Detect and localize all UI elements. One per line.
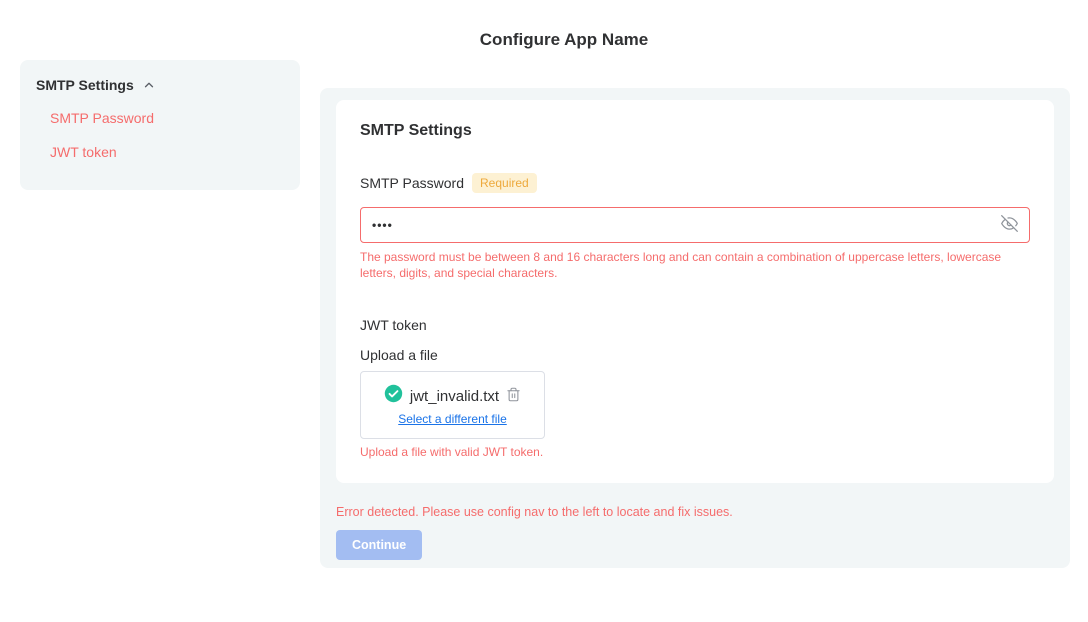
sidebar-item-smtp-password[interactable]: SMTP Password: [36, 109, 284, 127]
delete-file-button[interactable]: [506, 386, 521, 406]
select-different-file-link[interactable]: Select a different file: [398, 412, 507, 426]
upload-a-file-label: Upload a file: [360, 347, 1030, 363]
eye-off-icon: [1001, 215, 1018, 235]
uploaded-file-name: jwt_invalid.txt: [410, 388, 499, 405]
jwt-token-label: JWT token: [360, 317, 1030, 333]
check-circle-icon: [384, 384, 403, 408]
smtp-password-label: SMTP Password: [360, 175, 464, 191]
sidebar-section-label: SMTP Settings: [36, 77, 134, 93]
password-validation-message: The password must be between 8 and 16 ch…: [360, 249, 1020, 281]
jwt-validation-message: Upload a file with valid JWT token.: [360, 445, 1030, 459]
file-upload-box: jwt_invalid.txt Select a different file: [360, 371, 545, 439]
required-badge: Required: [472, 173, 537, 193]
smtp-password-field-wrap: [360, 207, 1030, 243]
smtp-settings-card: SMTP Settings SMTP Password Required The…: [336, 100, 1054, 483]
trash-icon: [506, 386, 521, 406]
toggle-password-visibility-button[interactable]: [1001, 215, 1018, 235]
chevron-up-icon: [142, 78, 156, 92]
continue-button[interactable]: Continue: [336, 530, 422, 560]
smtp-password-input[interactable]: [360, 207, 1030, 243]
form-error-banner: Error detected. Please use config nav to…: [336, 505, 1054, 519]
config-nav-sidebar: SMTP Settings SMTP Password JWT token: [20, 60, 300, 190]
sidebar-section-smtp-settings[interactable]: SMTP Settings: [36, 77, 284, 93]
sidebar-item-jwt-token[interactable]: JWT token: [36, 143, 284, 161]
page-title: Configure App Name: [40, 30, 1088, 50]
card-heading: SMTP Settings: [360, 122, 1030, 140]
config-main-panel: SMTP Settings SMTP Password Required The…: [320, 88, 1070, 568]
